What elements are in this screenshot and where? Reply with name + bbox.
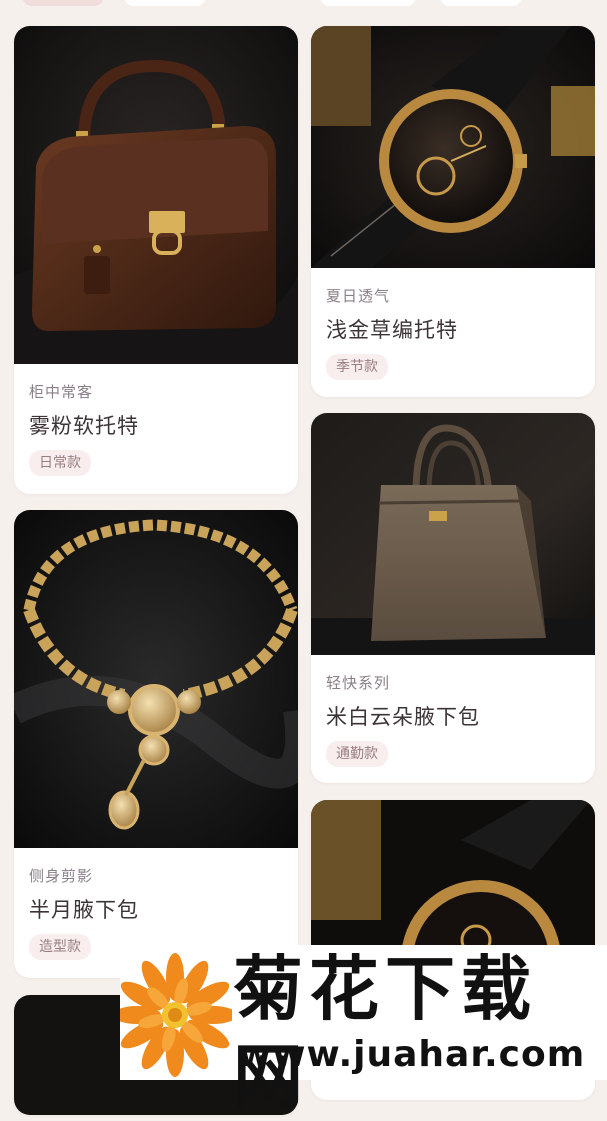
item-tag: 季节款 xyxy=(326,354,388,380)
product-card[interactable]: 柜中常客 雾粉软托特 日常款 xyxy=(14,26,298,494)
product-card[interactable]: 轻快系列 米白云朵腋下包 通勤款 xyxy=(311,413,595,783)
item-title: 浅金草编托特 xyxy=(326,318,458,342)
watermark-banner: 菊花下载网 www.juahar.com xyxy=(120,945,607,1118)
item-title: 雾粉软托特 xyxy=(29,414,139,438)
item-subtitle: 轻快系列 xyxy=(326,674,391,692)
product-image xyxy=(311,26,595,268)
item-tag: 造型款 xyxy=(29,934,91,960)
product-card[interactable]: 侧身剪影 半月腋下包 造型款 xyxy=(14,510,298,978)
filter-chip[interactable] xyxy=(320,0,416,6)
watermark-url: www.juahar.com xyxy=(238,1034,586,1075)
filter-chip[interactable] xyxy=(124,0,206,6)
filter-chip[interactable] xyxy=(22,0,104,6)
item-subtitle: 柜中常客 xyxy=(29,383,94,401)
item-tag: 日常款 xyxy=(29,450,91,476)
product-image xyxy=(311,413,595,655)
item-subtitle: 侧身剪影 xyxy=(29,867,94,885)
item-subtitle: 夏日透气 xyxy=(326,287,391,305)
filter-chip[interactable] xyxy=(440,0,522,6)
item-tag: 通勤款 xyxy=(326,741,388,767)
item-title: 米白云朵腋下包 xyxy=(326,705,480,729)
product-image xyxy=(14,510,298,848)
product-card[interactable]: 夏日透气 浅金草编托特 季节款 xyxy=(311,26,595,397)
item-title: 半月腋下包 xyxy=(29,898,139,922)
product-image xyxy=(14,26,298,364)
orange-flower-logo xyxy=(120,953,232,1077)
